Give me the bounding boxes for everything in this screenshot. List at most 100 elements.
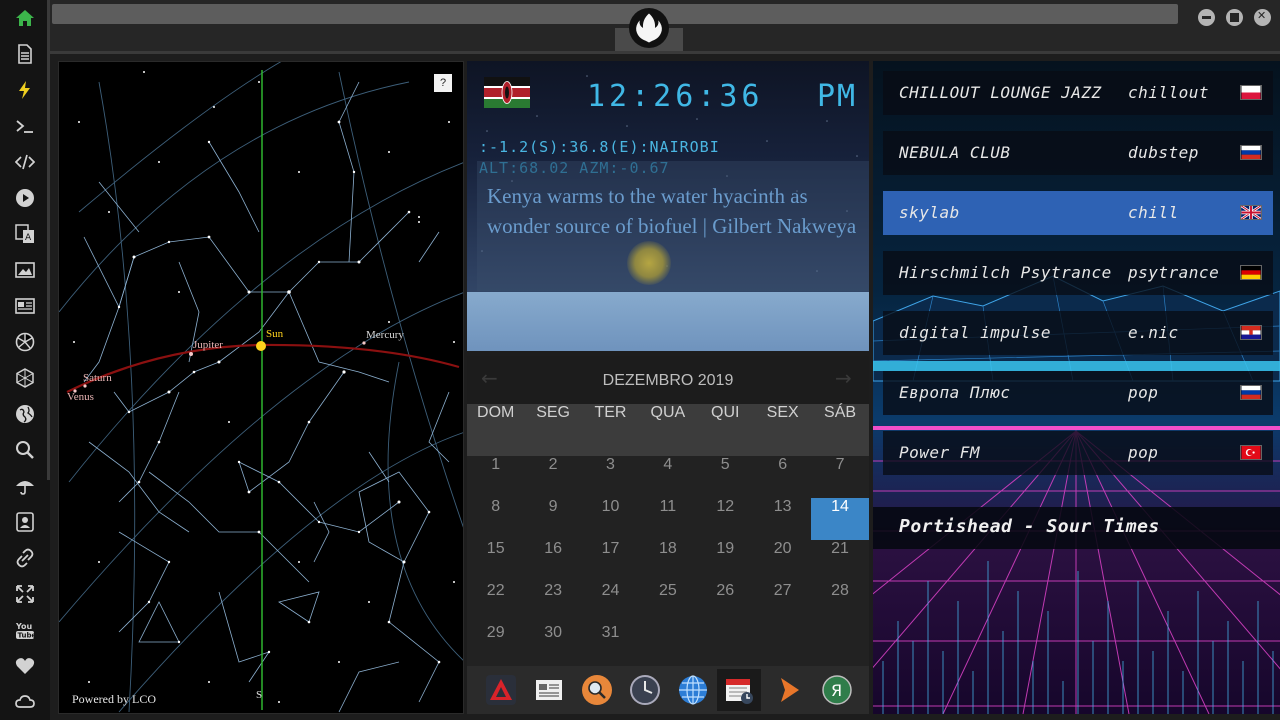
cloud-icon[interactable]	[13, 690, 37, 714]
calendar-day[interactable]: 24	[582, 582, 639, 624]
calendar-day[interactable]: 4	[639, 456, 696, 498]
calendar-app-icon[interactable]	[717, 669, 761, 711]
calendar-day[interactable]: 17	[582, 540, 639, 582]
calendar-day[interactable]: 13	[754, 498, 811, 540]
calendar-day[interactable]: 1	[467, 456, 524, 498]
calendar-week-row: 1234567	[467, 456, 869, 498]
station-row[interactable]: Power FM pop	[883, 431, 1273, 475]
station-name: NEBULA CLUB	[899, 143, 1011, 162]
station-row[interactable]: NEBULA CLUB dubstep	[883, 131, 1273, 175]
contact-icon[interactable]	[13, 510, 37, 534]
image-icon[interactable]	[13, 258, 37, 282]
clock-app-icon[interactable]	[623, 669, 667, 711]
clock-location: :-1.2(S):36.8(E):NAIROBI	[479, 138, 720, 156]
maximize-button[interactable]	[1226, 9, 1243, 26]
calendar-day[interactable]: 20	[754, 540, 811, 582]
station-row[interactable]: skylab chill	[883, 191, 1273, 235]
umbrella-icon[interactable]	[13, 474, 37, 498]
calendar-day[interactable]: 16	[524, 540, 581, 582]
youtube-icon[interactable]: You Tube	[13, 618, 37, 642]
horizon-ground	[467, 292, 869, 351]
saturn-marker[interactable]	[83, 384, 87, 388]
station-row[interactable]: digital impulse e.nic	[883, 311, 1273, 355]
translate-icon[interactable]: A	[13, 222, 37, 246]
calendar-day[interactable]: 6	[754, 456, 811, 498]
station-name: skylab	[899, 203, 960, 222]
minimize-button[interactable]	[1198, 9, 1215, 26]
station-row[interactable]: CHILLOUT LOUNGE JAZZ chillout	[883, 71, 1273, 115]
hexagon-icon[interactable]	[13, 366, 37, 390]
lightning-icon[interactable]	[13, 78, 37, 102]
calendar-day[interactable]: 28	[811, 582, 868, 624]
globe-app-icon[interactable]	[671, 669, 715, 711]
link-icon[interactable]	[13, 546, 37, 570]
calendar-day[interactable]: 19	[697, 540, 754, 582]
calendar-day[interactable]: 15	[467, 540, 524, 582]
yandex-app-icon[interactable]: Я	[815, 669, 859, 711]
station-row[interactable]: Европа Плюс pop	[883, 371, 1273, 415]
aperture-icon[interactable]	[13, 330, 37, 354]
sky-map[interactable]: Sun Jupiter Mercury Saturn Venus ? Power…	[58, 61, 464, 714]
search-app-icon[interactable]	[575, 669, 619, 711]
calendar-day[interactable]: 25	[639, 582, 696, 624]
sky-map-canvas	[59, 62, 463, 713]
sidebar-scrollbar[interactable]	[47, 0, 50, 480]
station-row[interactable]: Hirschmilch Psytrance psytrance	[883, 251, 1273, 295]
calendar-day[interactable]: 22	[467, 582, 524, 624]
play-app-icon[interactable]	[767, 669, 811, 711]
jupiter-marker[interactable]	[189, 352, 193, 356]
weekday-label: SEX	[766, 404, 799, 421]
calendar-day[interactable]: 18	[639, 540, 696, 582]
news-headline[interactable]: Kenya warms to the water hyacinth as won…	[487, 181, 857, 241]
weekday-label: DOM	[477, 404, 515, 421]
expand-icon[interactable]	[13, 582, 37, 606]
calendar-grid: 1 2 3 4 5 6 7 8 9 10 11 12 13 14 15 16 17 18 19 20 21 22 23 24 2…	[467, 456, 869, 666]
calendar-day[interactable]: 11	[639, 498, 696, 540]
news-app-icon[interactable]	[527, 669, 571, 711]
calendar-week-row: 8 9 10 11 12 13 14	[467, 498, 869, 540]
play-icon[interactable]	[13, 186, 37, 210]
terminal-icon[interactable]	[13, 114, 37, 138]
calendar-day[interactable]: 3	[582, 456, 639, 498]
station-name: CHILLOUT LOUNGE JAZZ	[899, 83, 1102, 102]
newspaper-icon[interactable]	[13, 294, 37, 318]
code-icon[interactable]	[13, 150, 37, 174]
next-month-button[interactable]: →	[835, 366, 852, 390]
heart-icon[interactable]	[13, 654, 37, 678]
warning-app-icon[interactable]	[479, 669, 523, 711]
help-button[interactable]: ?	[434, 74, 452, 92]
saturn-label: Saturn	[83, 372, 112, 384]
calendar-day[interactable]: 7	[811, 456, 868, 498]
globe-icon[interactable]	[13, 402, 37, 426]
calendar-day[interactable]: 8	[467, 498, 524, 540]
now-playing-title: Portishead - Sour Times	[899, 516, 1160, 537]
station-genre: chill	[1128, 203, 1179, 222]
uk-flag-icon	[1240, 205, 1262, 220]
mercury-marker[interactable]	[362, 341, 366, 345]
calendar-day[interactable]: 26	[697, 582, 754, 624]
croatia-flag-icon	[1240, 325, 1262, 340]
calendar-day[interactable]: 23	[524, 582, 581, 624]
calendar-day[interactable]: 12	[697, 498, 754, 540]
calendar-day[interactable]: 21	[811, 540, 868, 582]
close-button[interactable]	[1254, 9, 1271, 26]
search-icon[interactable]	[13, 438, 37, 462]
address-bar[interactable]	[52, 4, 1178, 24]
clock-altitude-azimuth: ALT:68.02 AZM:-0.67	[479, 159, 670, 177]
calendar-day[interactable]: 2	[524, 456, 581, 498]
calendar-day[interactable]: 9	[524, 498, 581, 540]
calendar-day-today[interactable]: 14	[811, 498, 869, 540]
sun-marker[interactable]	[256, 341, 266, 351]
venus-label: Venus	[67, 391, 94, 403]
calendar-day[interactable]: 29	[467, 624, 524, 666]
calendar-day[interactable]: 31	[582, 624, 639, 666]
home-icon[interactable]	[13, 6, 37, 30]
calendar-day[interactable]: 5	[697, 456, 754, 498]
calendar-day[interactable]: 27	[754, 582, 811, 624]
station-name: Европа Плюс	[899, 383, 1011, 402]
svg-text:You: You	[15, 622, 33, 631]
calendar-day[interactable]: 10	[582, 498, 639, 540]
calendar-day[interactable]: 30	[524, 624, 581, 666]
rebel-alliance-logo[interactable]	[629, 8, 669, 48]
document-icon[interactable]	[13, 42, 37, 66]
